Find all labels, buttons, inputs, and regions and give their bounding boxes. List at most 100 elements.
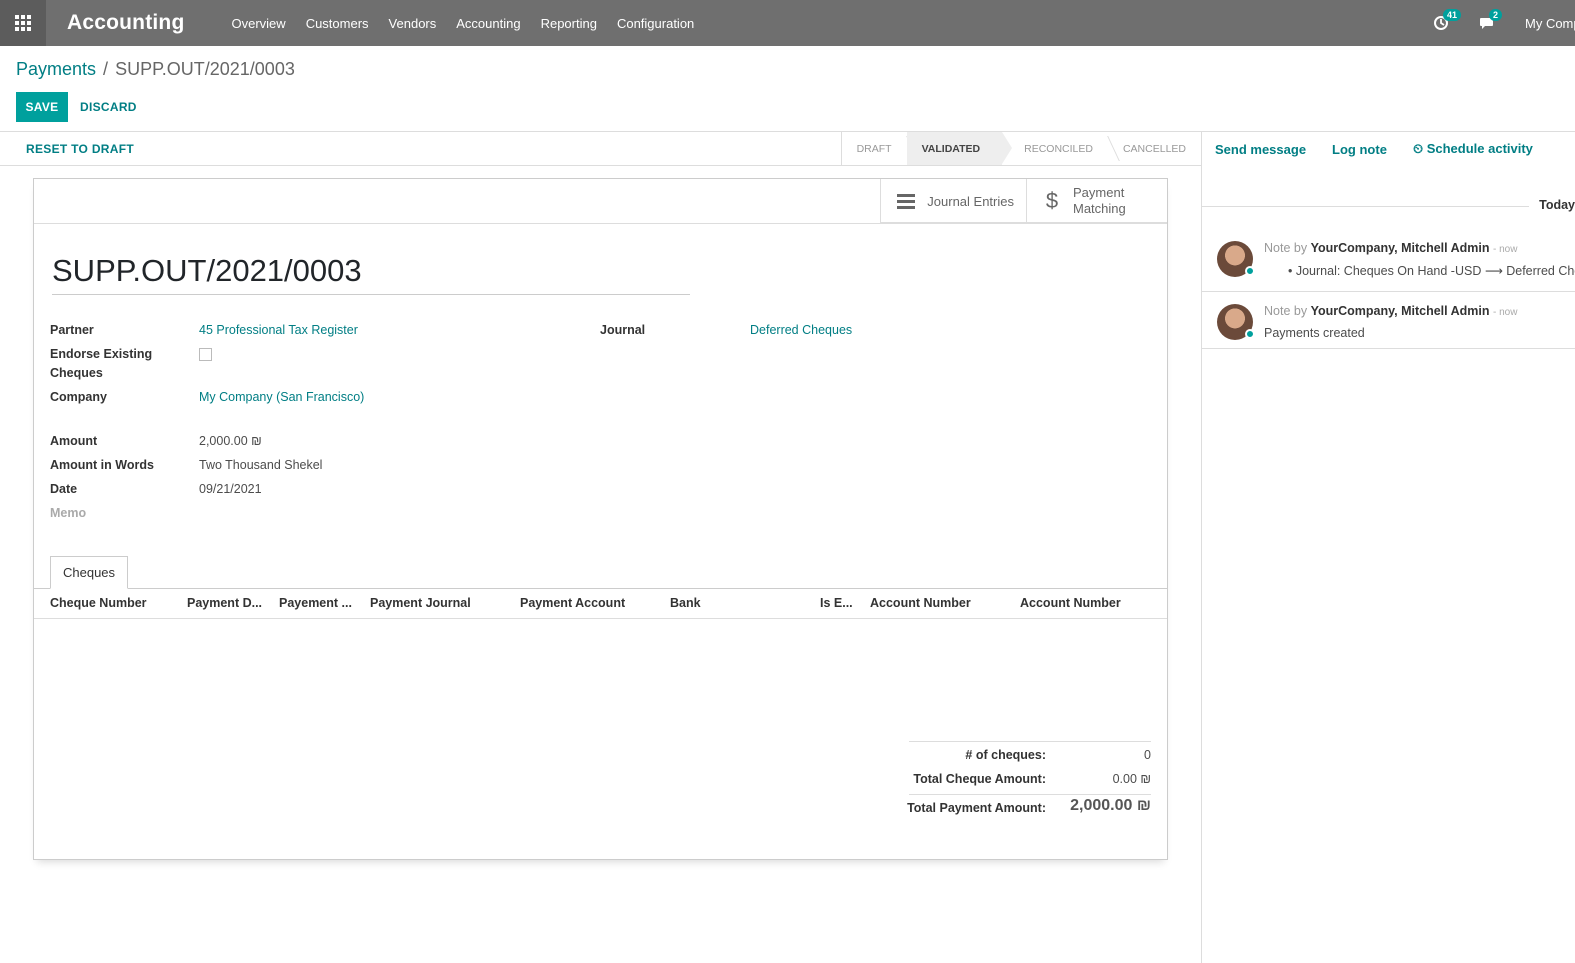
endorse-label: Endorse Existing Cheques <box>50 345 152 383</box>
menu-overview[interactable]: Overview <box>232 16 286 31</box>
col-account-number-1[interactable]: Account Number <box>870 596 971 610</box>
apps-grid-icon <box>15 15 31 31</box>
message-prefix: Note by <box>1264 304 1308 318</box>
activity-badge: 41 <box>1443 9 1462 21</box>
payment-title: SUPP.OUT/2021/0003 <box>52 253 690 295</box>
message-author[interactable]: YourCompany, Mitchell Admin <box>1311 304 1490 318</box>
partner-field[interactable]: 45 Professional Tax Register <box>199 321 358 340</box>
log-note-button[interactable]: Log note <box>1332 142 1387 157</box>
total-cheque-amount-label: Total Cheque Amount: <box>913 772 1046 786</box>
top-navbar: Accounting Overview Customers Vendors Ac… <box>0 0 1575 46</box>
message-header: Note by YourCompany, Mitchell Admin - no… <box>1264 241 1517 255</box>
menu-reporting[interactable]: Reporting <box>541 16 597 31</box>
discard-button[interactable]: DISCARD <box>80 92 137 122</box>
breadcrumb-payments[interactable]: Payments <box>16 59 96 80</box>
total-payment-amount-value: 2,000.00 ₪ <box>1070 797 1151 814</box>
form-sheet: Journal Entries $ Payment Matching SUPP.… <box>33 178 1168 860</box>
col-payement[interactable]: Payement ... <box>279 596 352 610</box>
stage-reconciled[interactable]: RECONCILED <box>1002 132 1120 165</box>
total-cheque-amount-value: 0.00 ₪ <box>1112 772 1151 786</box>
online-status-icon <box>1245 266 1255 276</box>
stage-validated[interactable]: VALIDATED <box>906 132 1012 165</box>
amount-words-field: Two Thousand Shekel <box>199 458 323 472</box>
company-switcher[interactable]: My Company <box>1525 16 1575 31</box>
endorse-checkbox[interactable] <box>199 348 212 361</box>
smart-button-box: Journal Entries $ Payment Matching <box>880 179 1167 223</box>
payment-matching-label-1: Payment <box>1073 185 1125 200</box>
activity-button[interactable]: 41 <box>1433 9 1462 31</box>
stage-draft-label: DRAFT <box>856 142 892 155</box>
totals-summary: # of cheques: 0 Total Cheque Amount: 0.0… <box>907 741 1151 815</box>
col-cheque-number[interactable]: Cheque Number <box>50 596 147 610</box>
col-bank[interactable]: Bank <box>670 596 701 610</box>
journal-entries-button[interactable]: Journal Entries <box>880 179 1026 223</box>
col-payment-account[interactable]: Payment Account <box>520 596 625 610</box>
tab-cheques[interactable]: Cheques <box>50 556 129 589</box>
date-field[interactable]: 09/21/2021 <box>199 480 262 499</box>
menu-configuration[interactable]: Configuration <box>617 16 694 31</box>
reset-to-draft-button[interactable]: RESET TO DRAFT <box>26 142 134 156</box>
breadcrumb: Payments / SUPP.OUT/2021/0003 <box>16 59 295 80</box>
endorse-label-line-1: Endorse Existing <box>50 347 153 361</box>
memo-label: Memo <box>50 506 87 520</box>
messaging-button[interactable]: 2 <box>1479 9 1503 31</box>
company-field[interactable]: My Company (San Francisco) <box>199 388 364 407</box>
message-header: Note by YourCompany, Mitchell Admin - no… <box>1264 304 1517 318</box>
main-menu: Overview Customers Vendors Accounting Re… <box>232 16 715 31</box>
amount-words-label: Amount in Words <box>50 458 154 472</box>
message-body: • Journal: Cheques On Hand -USD ⟶ Deferr… <box>1288 264 1575 278</box>
menu-accounting[interactable]: Accounting <box>456 16 520 31</box>
amount-label: Amount <box>50 434 98 448</box>
chatter-panel: Send message Log note ⏲ Schedule activit… <box>1201 131 1575 963</box>
message-prefix: Note by <box>1264 241 1308 255</box>
endorse-label-line-2: Cheques <box>50 366 103 380</box>
schedule-activity-label: Schedule activity <box>1426 141 1533 156</box>
status-bar: RESET TO DRAFT DRAFT VALIDATED RECONCILE… <box>0 131 1201 166</box>
app-name[interactable]: Accounting <box>67 11 185 35</box>
message-badge: 2 <box>1489 9 1503 21</box>
cheques-table-header: Cheque Number Payment D... Payement ... … <box>34 589 1167 619</box>
avatar[interactable] <box>1217 304 1255 340</box>
clock-icon: ⏲ <box>1412 141 1427 156</box>
schedule-activity-button[interactable]: ⏲ Schedule activity <box>1413 141 1533 157</box>
stage-draft[interactable]: DRAFT <box>842 132 919 165</box>
list-icon <box>897 193 916 209</box>
message-author[interactable]: YourCompany, Mitchell Admin <box>1311 241 1490 255</box>
date-label: Date <box>50 482 78 496</box>
col-payment-date[interactable]: Payment D... <box>187 596 262 610</box>
total-payment-amount-label: Total Payment Amount: <box>907 801 1046 815</box>
dollar-icon: $ <box>1045 188 1059 213</box>
save-button[interactable]: SAVE <box>16 92 68 122</box>
amount-field[interactable]: 2,000.00 ₪ <box>199 432 262 451</box>
message-time: - now <box>1493 244 1518 255</box>
partner-label: Partner <box>50 323 94 337</box>
breadcrumb-separator: / <box>103 59 109 79</box>
stage-validated-label: VALIDATED <box>921 142 981 155</box>
chatter-topbar: Send message Log note ⏲ Schedule activit… <box>1202 131 1575 166</box>
menu-vendors[interactable]: Vendors <box>389 16 437 31</box>
col-is-endorsed[interactable]: Is E... <box>820 596 853 610</box>
stage-reconciled-label: RECONCILED <box>1024 142 1093 155</box>
journal-entries-label: Journal Entries <box>927 193 1014 209</box>
avatar[interactable] <box>1217 241 1255 277</box>
col-account-number-2[interactable]: Account Number <box>1020 596 1121 610</box>
payment-matching-button[interactable]: $ Payment Matching <box>1026 179 1167 223</box>
send-message-button[interactable]: Send message <box>1215 142 1306 157</box>
apps-menu-button[interactable] <box>0 0 46 46</box>
payment-matching-label-2: Matching <box>1073 201 1126 216</box>
menu-customers[interactable]: Customers <box>306 16 369 31</box>
online-status-icon <box>1245 329 1255 339</box>
breadcrumb-current: SUPP.OUT/2021/0003 <box>115 59 295 79</box>
journal-label: Journal <box>600 323 646 337</box>
cheque-count-value: 0 <box>1144 748 1151 762</box>
date-separator-today: Today <box>1529 198 1575 212</box>
col-payment-journal[interactable]: Payment Journal <box>370 596 471 610</box>
cheque-count-label: # of cheques: <box>965 748 1046 762</box>
company-label: Company <box>50 390 107 404</box>
stage-cancelled[interactable]: CANCELLED <box>1108 132 1201 165</box>
stage-pipeline: DRAFT VALIDATED RECONCILED CANCELLED <box>840 132 1201 165</box>
message-body: Payments created <box>1264 326 1365 340</box>
stage-cancelled-label: CANCELLED <box>1122 142 1186 155</box>
message-time: - now <box>1493 307 1518 318</box>
journal-field[interactable]: Deferred Cheques <box>750 321 852 340</box>
